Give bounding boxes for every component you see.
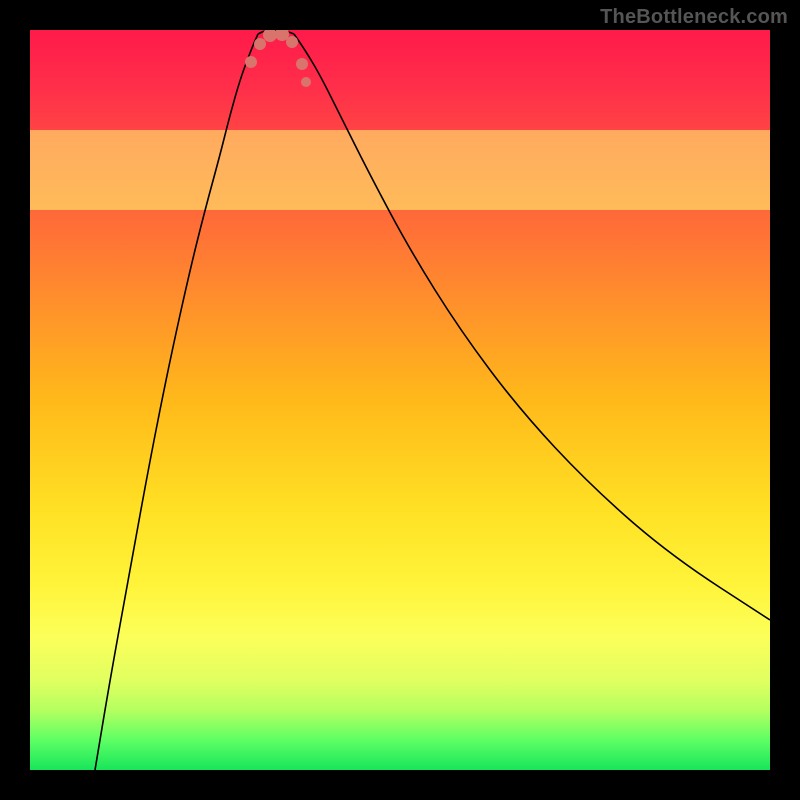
marker-group xyxy=(245,30,311,87)
watermark-text: TheBottleneck.com xyxy=(600,6,788,29)
valley-marker xyxy=(254,38,266,50)
plot-area xyxy=(30,30,770,770)
curve-right-branch xyxy=(294,34,770,620)
valley-marker xyxy=(245,56,257,68)
chart-frame: TheBottleneck.com xyxy=(0,0,800,800)
curve-left-branch xyxy=(95,34,258,770)
valley-marker xyxy=(296,58,308,70)
valley-marker xyxy=(301,77,311,87)
curve-layer xyxy=(30,30,770,770)
valley-marker xyxy=(263,30,277,42)
valley-marker xyxy=(286,36,298,48)
